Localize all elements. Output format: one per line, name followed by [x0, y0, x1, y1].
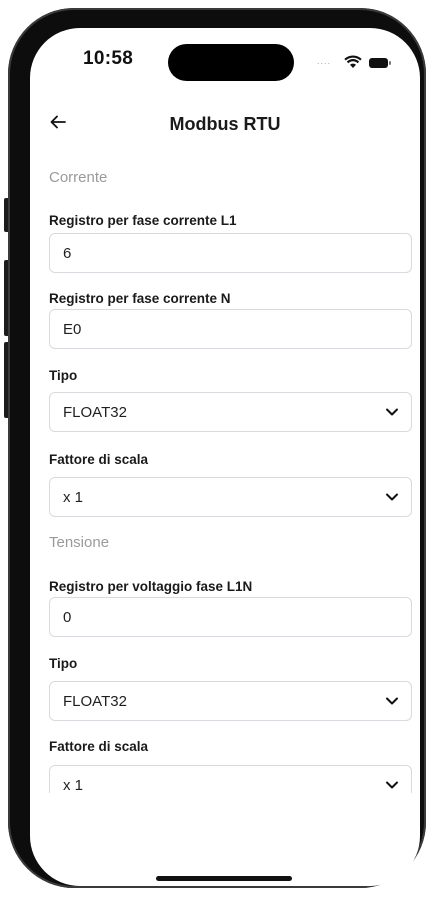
screen: 10:58 .... Modbus RTU Corrente Registro …	[30, 28, 420, 886]
label-tipo-tensione: Tipo	[49, 656, 78, 671]
label-tipo-corrente: Tipo	[49, 368, 78, 383]
label-registro-voltaggio-l1n: Registro per voltaggio fase L1N	[49, 579, 253, 594]
home-indicator[interactable]	[156, 876, 292, 881]
registro-corrente-n-input[interactable]: E0	[49, 309, 412, 349]
chevron-down-icon	[386, 781, 398, 789]
registro-voltaggio-l1n-input[interactable]: 0	[49, 597, 412, 637]
tipo-corrente-value: FLOAT32	[63, 404, 127, 421]
label-registro-corrente-n: Registro per fase corrente N	[49, 291, 231, 306]
modbus-form: Corrente Registro per fase corrente L1 6…	[30, 28, 420, 793]
chevron-down-icon	[386, 697, 398, 705]
fattore-tensione-select[interactable]: x 1	[49, 765, 412, 793]
registro-voltaggio-l1n-value: 0	[63, 609, 72, 626]
registro-corrente-l1-input[interactable]: 6	[49, 233, 412, 273]
fattore-corrente-value: x 1	[63, 489, 84, 506]
section-title-tensione: Tensione	[49, 534, 110, 551]
label-fattore-corrente: Fattore di scala	[49, 452, 149, 467]
device-stage: 10:58 .... Modbus RTU Corrente Registro …	[0, 0, 433, 897]
fattore-corrente-select[interactable]: x 1	[49, 477, 412, 517]
phone-frame: 10:58 .... Modbus RTU Corrente Registro …	[8, 8, 426, 888]
tipo-tensione-value: FLOAT32	[63, 693, 127, 710]
registro-corrente-n-value: E0	[63, 321, 82, 338]
chevron-down-icon	[386, 408, 398, 416]
chevron-down-icon	[386, 493, 398, 501]
registro-corrente-l1-value: 6	[63, 245, 72, 262]
label-fattore-tensione: Fattore di scala	[49, 739, 149, 754]
section-title-corrente: Corrente	[49, 169, 108, 186]
label-registro-corrente-l1: Registro per fase corrente L1	[49, 213, 237, 228]
tipo-tensione-select[interactable]: FLOAT32	[49, 681, 412, 721]
fattore-tensione-value: x 1	[63, 777, 84, 793]
tipo-corrente-select[interactable]: FLOAT32	[49, 392, 412, 432]
